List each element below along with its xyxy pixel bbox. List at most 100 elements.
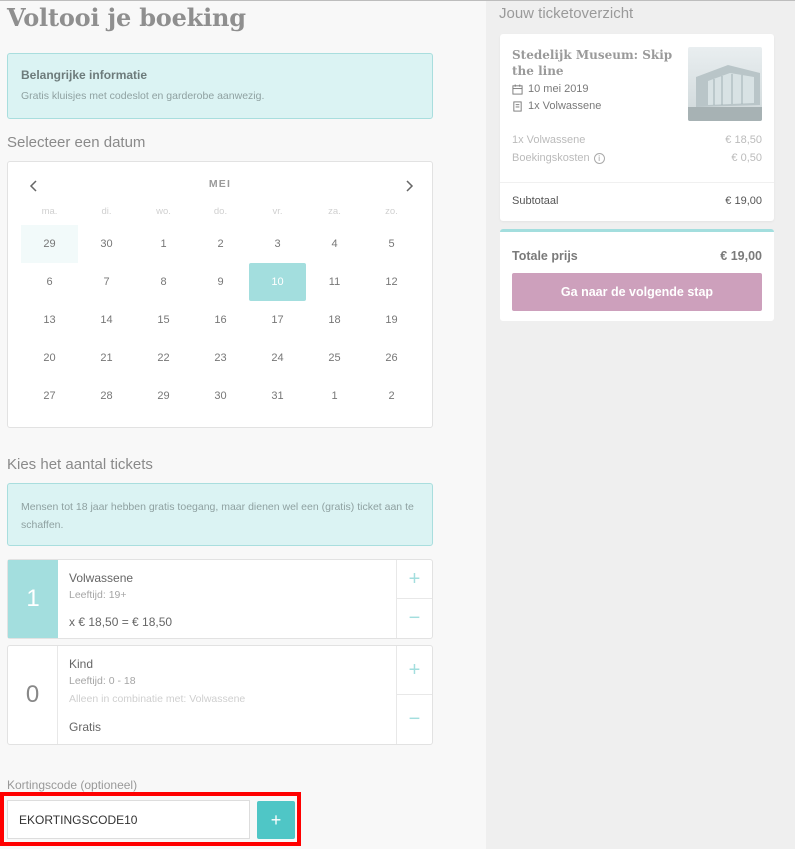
- line-item: 1x Volwassene € 18,50: [512, 134, 762, 146]
- calendar-weekday: do.: [213, 206, 228, 217]
- total-price: Totale prijs € 19,00: [512, 249, 762, 263]
- calendar-weekday: zo.: [385, 206, 398, 217]
- info-icon[interactable]: i: [593, 152, 605, 164]
- calendar-day[interactable]: 10: [249, 263, 306, 301]
- ticket-name: Kind: [69, 657, 94, 671]
- calendar-day[interactable]: 7: [78, 263, 135, 301]
- ticket-quantity: 0: [8, 646, 58, 744]
- calendar-day[interactable]: 30: [78, 225, 135, 263]
- calendar-day[interactable]: 15: [135, 301, 192, 339]
- tickets-section-heading: Kies het aantal tickets: [7, 456, 153, 473]
- ticket-overview-card: Stedelijk Museum: Skip the line 10 mei 2…: [500, 34, 774, 221]
- calendar-weekday: za.: [328, 206, 341, 217]
- calendar-day[interactable]: 18: [306, 301, 363, 339]
- increment-button[interactable]: +: [397, 646, 432, 695]
- calendar-day[interactable]: 23: [192, 339, 249, 377]
- calendar-day[interactable]: 16: [192, 301, 249, 339]
- info-text: Gratis kluisjes met codeslot en garderob…: [21, 90, 265, 102]
- calendar-icon: [512, 83, 523, 95]
- calendar-day[interactable]: 29: [21, 225, 78, 263]
- ticket-name: Volwassene: [69, 571, 134, 585]
- calendar-day[interactable]: 14: [78, 301, 135, 339]
- calendar-day[interactable]: 1: [306, 377, 363, 415]
- calendar-day[interactable]: 17: [249, 301, 306, 339]
- quantity-stepper: + −: [396, 560, 432, 638]
- product-date-text: 10 mei 2019: [528, 83, 589, 95]
- calendar-day[interactable]: 9: [192, 263, 249, 301]
- calendar-day[interactable]: 1: [135, 225, 192, 263]
- discount-label: Kortingscode (optioneel): [7, 778, 138, 792]
- ticket-row-child: 0 Kind Leeftijd: 0 - 18 Alleen in combin…: [7, 645, 433, 745]
- ticket-age: Leeftijd: 19+: [69, 589, 127, 601]
- calendar-weekday: vr.: [272, 206, 283, 217]
- calendar-day[interactable]: 12: [363, 263, 420, 301]
- calendar-day[interactable]: 13: [21, 301, 78, 339]
- date-section-heading: Selecteer een datum: [7, 134, 146, 151]
- decrement-button[interactable]: −: [397, 599, 432, 638]
- calendar-day[interactable]: 2: [192, 225, 249, 263]
- calendar-day[interactable]: 25: [306, 339, 363, 377]
- overview-heading: Jouw ticketoverzicht: [499, 5, 634, 22]
- quantity-stepper: + −: [396, 646, 432, 744]
- line-item-label: Boekingskosten: [512, 152, 590, 164]
- line-item-label-wrap: Boekingskosten i: [512, 152, 605, 164]
- calendar-day[interactable]: 24: [249, 339, 306, 377]
- subtotal-label: Subtotaal: [512, 195, 559, 207]
- product-image: [688, 47, 762, 121]
- info-title: Belangrijke informatie: [21, 68, 148, 82]
- calendar-day[interactable]: 20: [21, 339, 78, 377]
- decrement-button[interactable]: −: [397, 695, 432, 744]
- total-amount: € 19,00: [720, 249, 762, 263]
- line-item-amount: € 18,50: [725, 134, 762, 146]
- ticket-age: Leeftijd: 0 - 18: [69, 675, 136, 687]
- calendar-day[interactable]: 4: [306, 225, 363, 263]
- apply-discount-button[interactable]: +: [257, 801, 295, 839]
- calendar-day[interactable]: 6: [21, 263, 78, 301]
- discount-code-input[interactable]: [7, 800, 250, 839]
- tickets-notice: Mensen tot 18 jaar hebben gratis toegang…: [7, 483, 433, 546]
- calendar-day[interactable]: 26: [363, 339, 420, 377]
- calendar-month: MEI: [208, 178, 232, 190]
- calendar-day[interactable]: 2: [363, 377, 420, 415]
- product-date: 10 mei 2019: [512, 83, 589, 95]
- ticket-combination-note: Alleen in combinatie met: Volwassene: [69, 693, 246, 705]
- calendar-day[interactable]: 19: [363, 301, 420, 339]
- calendar-day[interactable]: 27: [21, 377, 78, 415]
- total-label: Totale prijs: [512, 249, 578, 263]
- info-box: Belangrijke informatie Gratis kluisjes m…: [7, 53, 433, 119]
- divider: [500, 182, 774, 183]
- calendar-day[interactable]: 5: [363, 225, 420, 263]
- calendar: MEI ma. di. wo. do. vr. za. zo. 29 30 1 2 3 4 5 6 7 8 9 10…: [7, 161, 433, 428]
- product-tickets-text: 1x Volwassene: [528, 100, 602, 112]
- calendar-day[interactable]: 28: [78, 377, 135, 415]
- ticket-quantity: 1: [8, 560, 58, 638]
- page-title: Voltooi je boeking: [7, 3, 246, 32]
- calendar-day[interactable]: 21: [78, 339, 135, 377]
- calendar-weekday: wo.: [156, 206, 171, 217]
- line-item-amount: € 0,50: [731, 152, 762, 164]
- calendar-day[interactable]: 22: [135, 339, 192, 377]
- calendar-day[interactable]: 29: [135, 377, 192, 415]
- line-item: Boekingskosten i € 0,50: [512, 152, 762, 164]
- product-tickets: 1x Volwassene: [512, 100, 601, 112]
- ticket-icon: [513, 100, 522, 112]
- chevron-right-icon: [406, 180, 414, 192]
- line-item-label: 1x Volwassene: [512, 134, 586, 146]
- calendar-day[interactable]: 8: [135, 263, 192, 301]
- calendar-day[interactable]: 31: [249, 377, 306, 415]
- subtotal: Subtotaal € 19,00: [512, 195, 762, 207]
- product-title: Stedelijk Museum: Skip the line: [512, 48, 673, 78]
- calendar-day[interactable]: 3: [249, 225, 306, 263]
- ticket-row-adult: 1 Volwassene Leeftijd: 19+ x € 18,50 = €…: [7, 559, 433, 639]
- increment-button[interactable]: +: [397, 560, 432, 599]
- ticket-price: Gratis: [69, 720, 102, 734]
- subtotal-amount: € 19,00: [725, 195, 762, 207]
- calendar-day[interactable]: 11: [306, 263, 363, 301]
- next-step-button[interactable]: Ga naar de volgende stap: [512, 273, 762, 311]
- calendar-next-button[interactable]: [401, 178, 417, 194]
- calendar-weekday: ma.: [41, 206, 58, 217]
- total-card: Totale prijs € 19,00 Ga naar de volgende…: [500, 229, 774, 321]
- ticket-price: x € 18,50 = € 18,50: [69, 615, 173, 629]
- calendar-day[interactable]: 30: [192, 377, 249, 415]
- calendar-weekday: di.: [101, 206, 112, 217]
